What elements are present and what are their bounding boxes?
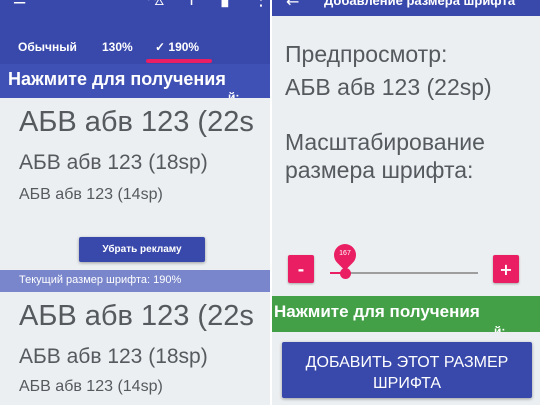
scale-slider[interactable]: 167 — [329, 238, 478, 280]
bookmark-icon[interactable]: ▮ — [220, 0, 230, 12]
slider-thumb[interactable] — [340, 268, 351, 279]
add-font-size-button-line-1: ДОБАВИТЬ ЭТОТ РАЗМЕР — [305, 354, 509, 371]
tab-normal[interactable]: Обычный — [18, 40, 77, 54]
preview-label: Предпросмотр: — [285, 41, 448, 67]
ad-banner[interactable]: Нажмите для получения й: — [0, 64, 270, 98]
ad-banner-green-text: Нажмите для получения — [274, 302, 480, 321]
add-font-size-button[interactable]: ДОБАВИТЬ ЭТОТ РАЗМЕР ШРИФТА — [282, 342, 532, 398]
add-font-size-screen: ← Добавление размера шрифта Предпросмотр… — [272, 0, 540, 405]
slider-track — [330, 272, 478, 274]
preview-18sp: АБВ абв 123 (18sp) — [19, 151, 208, 174]
preview-18sp-scaled: АБВ абв 123 (18sp) — [19, 345, 208, 368]
preview-text: АБВ абв 123 (22sp) — [285, 74, 492, 100]
tab-190[interactable]: ✓ 190% — [155, 40, 199, 54]
font-size-tabs: Обычный 130% ✓ 190% — [0, 30, 270, 64]
top-app-bar-add: ← Добавление размера шрифта — [272, 0, 540, 16]
add-font-size-button-line-2: ШРИФТА — [372, 375, 441, 392]
top-app-bar: ≡ ⛍ + ▮ ⋮ Обычный 130% ✓ 190% — [0, 0, 270, 70]
scale-label-line-2: размера шрифта: — [285, 157, 474, 183]
decrease-size-button[interactable]: - — [288, 255, 314, 283]
preview-22sp: АБВ абв 123 (22s — [19, 106, 254, 138]
more-vert-icon[interactable]: ⋮ — [252, 0, 270, 12]
remove-ads-button[interactable]: Убрать рекламу — [79, 237, 205, 262]
screen-title: Добавление размера шрифта — [324, 0, 516, 8]
tab-130[interactable]: 130% — [102, 40, 133, 54]
increase-size-button[interactable]: + — [493, 255, 519, 283]
preview-22sp-scaled: АБВ абв 123 (22s — [19, 300, 254, 332]
preview-14sp-scaled: АБВ абв 123 (14sp) — [19, 378, 163, 395]
ad-banner-green[interactable]: Нажмите для получения й: — [272, 296, 540, 332]
current-font-size-bar: Текущий размер шрифта: 190% — [0, 270, 270, 292]
active-tab-indicator — [146, 59, 212, 63]
cart-icon[interactable]: ⛍ — [146, 0, 165, 12]
ad-banner-green-text-cutoff: й: — [494, 324, 506, 332]
preview-14sp: АБВ абв 123 (14sp) — [19, 186, 163, 203]
back-arrow-icon[interactable]: ← — [286, 0, 299, 12]
ad-banner-text: Нажмите для получения — [8, 69, 226, 89]
slider-value: 167 — [339, 250, 351, 257]
plus-icon[interactable]: + — [184, 0, 199, 12]
menu-icon[interactable]: ≡ — [12, 0, 27, 12]
ad-banner-text-cutoff: й: — [228, 90, 240, 98]
scale-label-line-1: Масштабирование — [285, 129, 485, 155]
font-scale-screen: ≡ ⛍ + ▮ ⋮ Обычный 130% ✓ 190% Нажмите дл… — [0, 0, 270, 405]
app-bar-actions: ≡ ⛍ + ▮ ⋮ — [0, 0, 270, 12]
current-font-size-text: Текущий размер шрифта: 190% — [19, 274, 182, 286]
